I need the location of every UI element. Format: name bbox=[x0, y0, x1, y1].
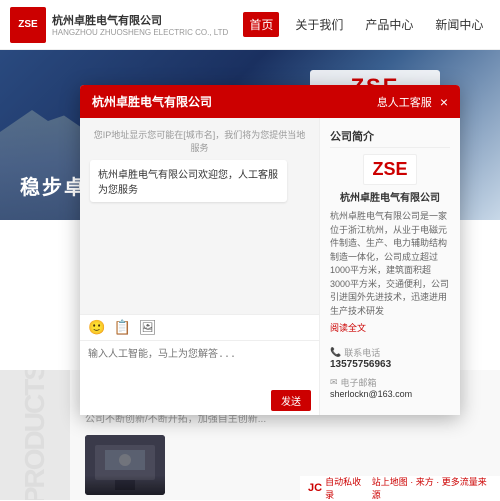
email-contact: ✉ 电子邮箱 sherlockn@163.com bbox=[330, 376, 450, 399]
read-more-link[interactable]: 阅读全文 bbox=[330, 323, 366, 333]
emoji-icon[interactable]: 🙂 bbox=[88, 319, 105, 336]
nav-products[interactable]: 产品中心 bbox=[359, 12, 419, 37]
chat-messages-area: 您IP地址显示您可能在[城市名]，我们将为您提供当地服务 杭州卓胜电气有限公司欢… bbox=[80, 118, 319, 314]
logo-cn: 杭州卓胜电气有限公司 bbox=[52, 12, 228, 28]
email-value: sherlockn@163.com bbox=[330, 389, 450, 399]
company-logo-zse: ZSE bbox=[372, 159, 407, 180]
product-card[interactable]: 整流变压器 bbox=[85, 435, 175, 500]
nav-about[interactable]: 关于我们 bbox=[289, 12, 349, 37]
company-logo-box: ZSE bbox=[363, 154, 416, 185]
chat-close-button[interactable]: × bbox=[440, 94, 448, 110]
logo-text: 杭州卓胜电气有限公司 HANGZHOU ZHUOSHENG ELECTRIC C… bbox=[52, 12, 228, 37]
main-nav: 首页 关于我们 产品中心 新闻中心 案例展示 bbox=[243, 12, 500, 37]
chat-send-row: 发送 bbox=[80, 386, 319, 415]
site-header: ZSE 杭州卓胜电气有限公司 HANGZHOU ZHUOSHENG ELECTR… bbox=[0, 0, 500, 50]
chat-input[interactable] bbox=[80, 341, 319, 381]
nav-home[interactable]: 首页 bbox=[243, 12, 279, 37]
email-label: ✉ 电子邮箱 bbox=[330, 376, 450, 389]
bottom-bar: JC 自动私收录 站上地图 · 来方 · 更多流量来源 bbox=[300, 476, 500, 500]
email-icon: ✉ bbox=[330, 377, 338, 388]
chat-input-area: 🙂 📋 🖼 发送 bbox=[80, 314, 319, 415]
company-section-title: 公司简介 bbox=[330, 128, 450, 148]
company-desc: 杭州卓胜电气有限公司是一家位于浙江杭州，从业于电磁元件制造、生产、电力辅助结构制… bbox=[330, 210, 450, 318]
ai-service-label[interactable]: 息人工客服 bbox=[377, 94, 432, 110]
chat-modal-header-right: 息人工客服 × bbox=[377, 94, 448, 110]
chat-send-button[interactable]: 发送 bbox=[271, 390, 311, 411]
products-vertical-label: PRODUCTS bbox=[19, 370, 51, 500]
logo-icon: ZSE bbox=[10, 7, 46, 43]
company-logo-area: ZSE 杭州卓胜电气有限公司 bbox=[330, 154, 450, 204]
chat-modal-title: 杭州卓胜电气有限公司 bbox=[92, 93, 212, 110]
logo-en: HANGZHOU ZHUOSHENG ELECTRIC CO., LTD bbox=[52, 28, 228, 37]
chat-message-info: 您IP地址显示您可能在[城市名]，我们将为您提供当地服务 bbox=[90, 128, 309, 154]
logo-area: ZSE 杭州卓胜电气有限公司 HANGZHOU ZHUOSHENG ELECTR… bbox=[10, 7, 228, 43]
product-card-image bbox=[85, 435, 165, 495]
phone-contact: 📞 联系电话 13575756963 bbox=[330, 346, 450, 370]
chat-message-bubble: 杭州卓胜电气有限公司欢迎您，人工客服为您服务 bbox=[90, 160, 287, 202]
nav-news[interactable]: 新闻中心 bbox=[429, 12, 489, 37]
phone-label: 📞 联系电话 bbox=[330, 346, 450, 359]
products-label-left: PRODUCTS bbox=[0, 370, 70, 500]
image-icon[interactable]: 🖼 bbox=[139, 319, 157, 336]
contact-section: 📞 联系电话 13575756963 ✉ 电子邮箱 sherlockn@163.… bbox=[330, 346, 450, 399]
bottom-bar-content: JC 自动私收录 站上地图 · 来方 · 更多流量来源 bbox=[308, 475, 492, 501]
company-name-right: 杭州卓胜电气有限公司 bbox=[340, 189, 440, 204]
phone-icon: 📞 bbox=[330, 347, 341, 358]
bottom-bar-text-label: 自动私收录 bbox=[325, 475, 369, 501]
chat-modal-header: 杭州卓胜电气有限公司 息人工客服 × bbox=[80, 85, 460, 118]
chat-right-panel: 公司简介 ZSE 杭州卓胜电气有限公司 杭州卓胜电气有限公司是一家位于浙江杭州，… bbox=[320, 118, 460, 415]
chat-toolbar: 🙂 📋 🖼 bbox=[80, 315, 319, 341]
company-info-section: 公司简介 ZSE 杭州卓胜电气有限公司 杭州卓胜电气有限公司是一家位于浙江杭州，… bbox=[330, 128, 450, 336]
chat-left-panel: 您IP地址显示您可能在[城市名]，我们将为您提供当地服务 杭州卓胜电气有限公司欢… bbox=[80, 118, 320, 415]
phone-value: 13575756963 bbox=[330, 359, 450, 370]
chat-modal: 杭州卓胜电气有限公司 息人工客服 × 您IP地址显示您可能在[城市名]，我们将为… bbox=[80, 85, 460, 415]
jc-logo: JC bbox=[308, 482, 322, 494]
chat-body: 您IP地址显示您可能在[城市名]，我们将为您提供当地服务 杭州卓胜电气有限公司欢… bbox=[80, 118, 460, 415]
bottom-bar-subtext: 站上地图 · 来方 · 更多流量来源 bbox=[372, 475, 492, 501]
file-icon[interactable]: 📋 bbox=[113, 319, 130, 336]
